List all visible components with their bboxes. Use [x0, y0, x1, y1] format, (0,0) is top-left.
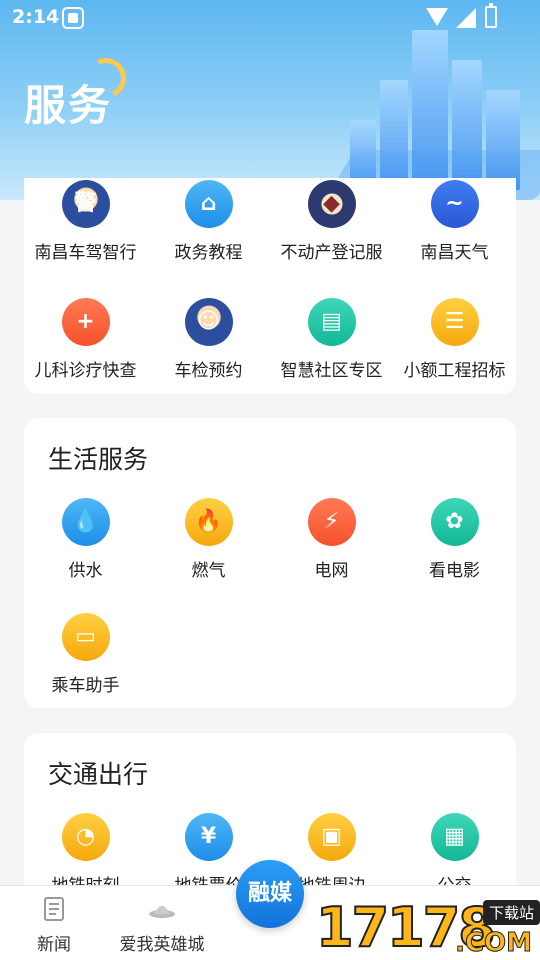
section-title: 交通出行: [48, 760, 149, 789]
service-water-supply[interactable]: 💧 供水: [24, 498, 147, 581]
watermark-badge: 下载站: [482, 900, 540, 925]
service-label: 儿科诊疗快查: [34, 361, 137, 381]
service-nanchang-weather[interactable]: ~ 南昌天气: [393, 180, 516, 263]
status-time: 2:14: [12, 6, 60, 28]
property-seal-icon: ◆: [307, 180, 356, 228]
lightning-icon: ⚡: [307, 498, 356, 546]
clock-icon: ◔: [61, 813, 110, 861]
tender-document-icon: ☰: [430, 298, 479, 346]
inspector-avatar-icon: ☺: [184, 298, 233, 346]
service-label: 供水: [68, 561, 103, 581]
bus-icon: ▦: [430, 813, 479, 861]
service-ride-assistant[interactable]: ▭ 乘车助手: [24, 613, 147, 696]
service-nanchang-driving[interactable]: 警 南昌车驾智行: [24, 180, 147, 263]
page-title: 服务: [24, 81, 113, 130]
service-label: 电网: [314, 561, 349, 581]
service-gas[interactable]: 🔥 燃气: [147, 498, 270, 581]
service-label: 车检预约: [174, 361, 243, 381]
service-label: 南昌天气: [420, 243, 489, 263]
service-small-project-tender[interactable]: ☰ 小额工程招标: [393, 298, 516, 381]
bird-icon: ~: [430, 180, 479, 228]
service-government-tutorial[interactable]: ⌂ 政务教程: [147, 180, 270, 263]
news-icon: [39, 894, 69, 924]
building-icon: ⌂: [184, 180, 233, 228]
community-icon: ▤: [307, 298, 356, 346]
ticket-icon: ¥: [184, 813, 233, 861]
service-label: 小额工程招标: [403, 361, 506, 381]
service-label: 南昌车驾智行: [34, 243, 137, 263]
nav-item-hero-city[interactable]: 爱我英雄城: [112, 894, 212, 955]
watermark-logo: 17178 下载站 .COM: [315, 895, 540, 960]
nav-item-news[interactable]: 新闻: [4, 894, 104, 955]
clinic-icon: +: [61, 298, 110, 346]
service-label: 燃气: [191, 561, 226, 581]
section-title: 生活服务: [48, 445, 149, 474]
app-notification-icon: [62, 7, 84, 29]
service-bus[interactable]: ▦ 公交: [393, 813, 516, 896]
nav-label: 新闻: [37, 935, 71, 955]
service-label: 智慧社区专区: [280, 361, 383, 381]
life-services-card: 生活服务 💧 供水 🔥 燃气 ⚡ 电网 ✿ 看电影 ▭ 乘车助手: [24, 418, 516, 708]
top-services-card: 警 南昌车驾智行 ⌂ 政务教程 ◆ 不动产登记服 ~ 南昌天气 + 儿科诊疗快查…: [24, 178, 516, 394]
police-avatar-icon: 警: [61, 180, 110, 228]
bus-card-icon: ▭: [61, 613, 110, 661]
service-movies[interactable]: ✿ 看电影: [393, 498, 516, 581]
metro-train-icon: ▣: [307, 813, 356, 861]
service-pediatric-clinic[interactable]: + 儿科诊疗快查: [24, 298, 147, 381]
city-hat-icon: [147, 894, 177, 924]
nav-label: 爱我英雄城: [119, 935, 205, 955]
water-drop-icon: 💧: [61, 498, 110, 546]
service-property-registration[interactable]: ◆ 不动产登记服: [270, 180, 393, 263]
service-label: 看电影: [429, 561, 480, 581]
city-illustration: [320, 20, 540, 200]
film-reel-icon: ✿: [430, 498, 479, 546]
watermark-suffix: .COM: [455, 928, 533, 959]
flame-icon: 🔥: [184, 498, 233, 546]
service-smart-community[interactable]: ▤ 智慧社区专区: [270, 298, 393, 381]
service-label: 乘车助手: [51, 676, 120, 696]
service-label: 不动产登记服: [280, 243, 383, 263]
service-vehicle-inspection[interactable]: ☺ 车检预约: [147, 298, 270, 381]
service-label: 政务教程: [174, 243, 243, 263]
service-metro-schedule[interactable]: ◔ 地铁时刻: [24, 813, 147, 896]
center-media-button[interactable]: 融媒: [236, 860, 304, 928]
service-power-grid[interactable]: ⚡ 电网: [270, 498, 393, 581]
header-banner: 2:14 服务: [0, 0, 540, 200]
